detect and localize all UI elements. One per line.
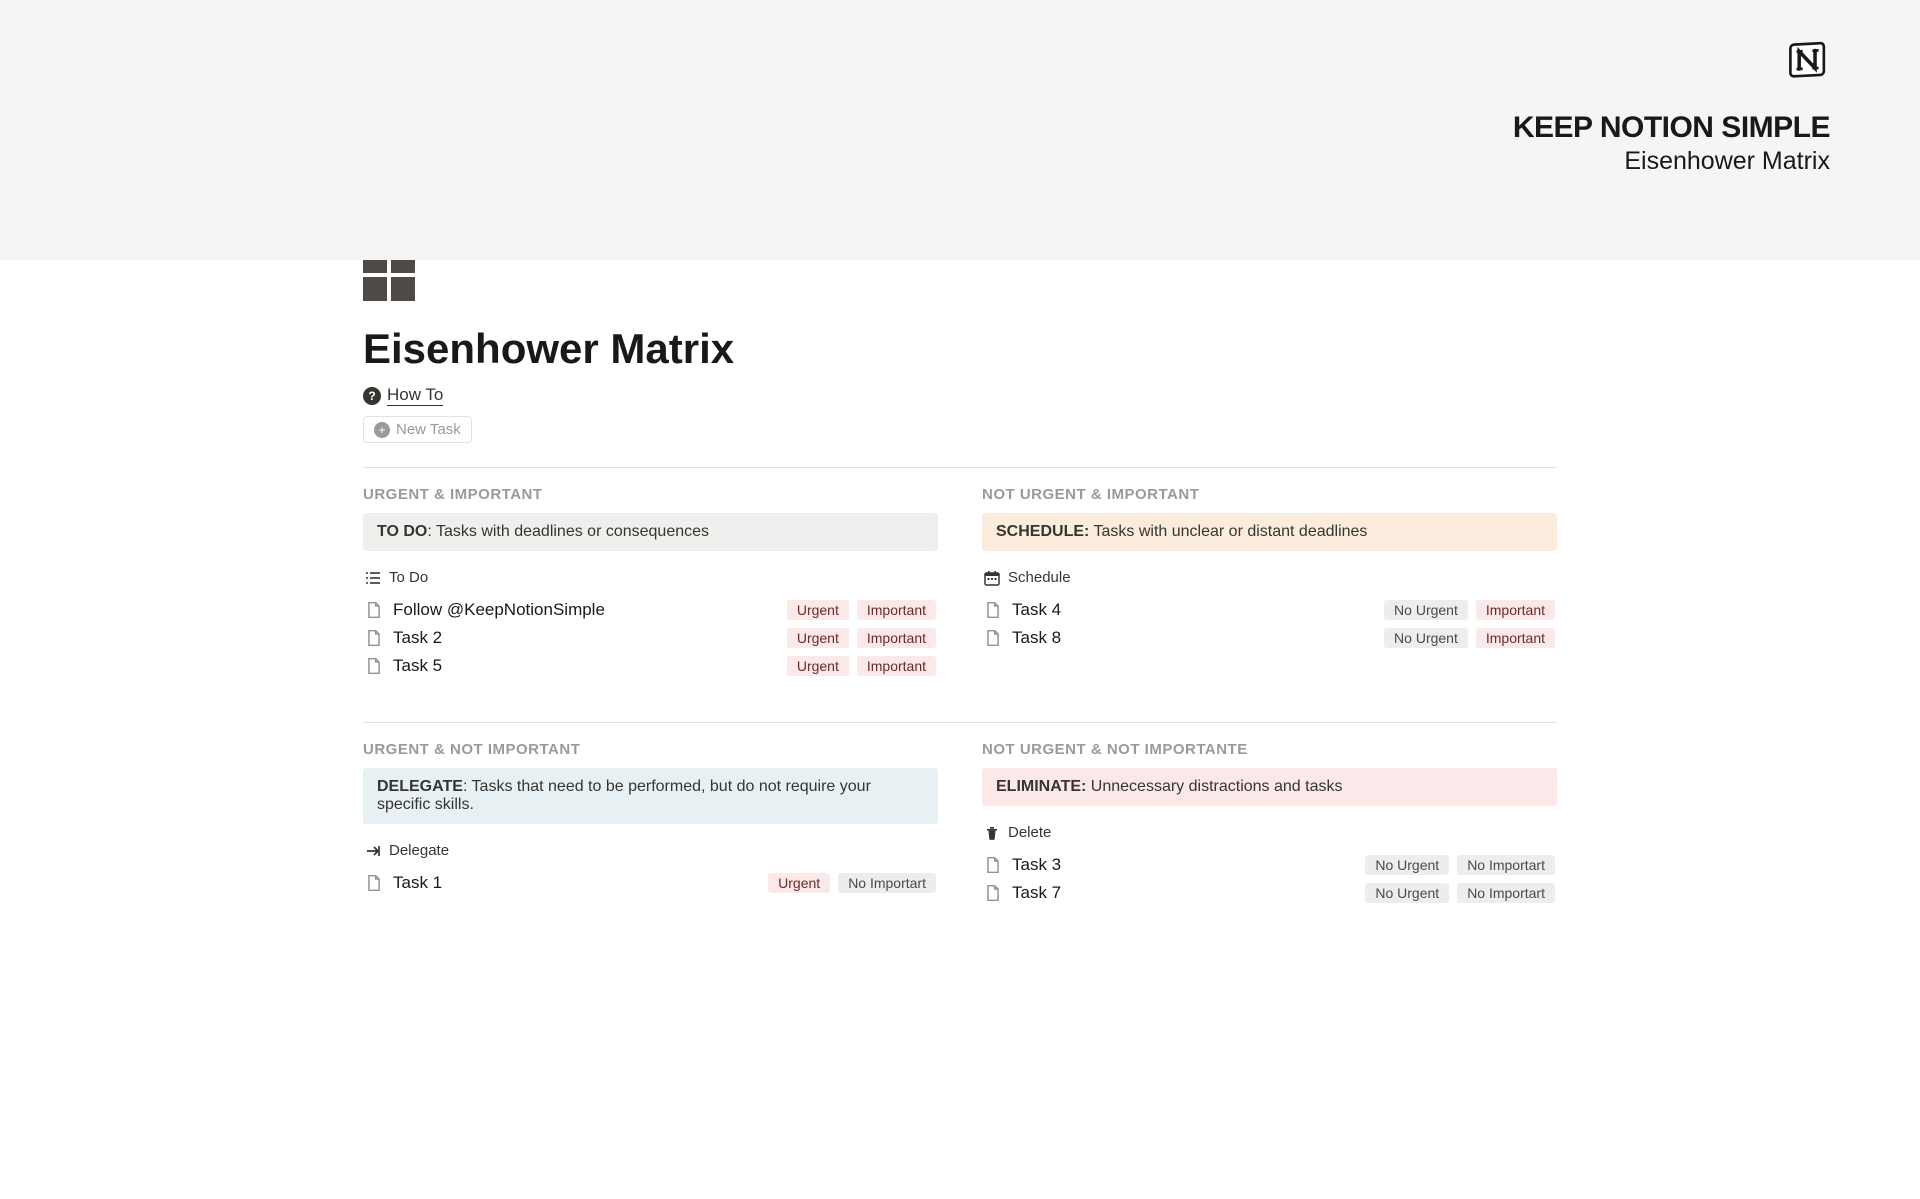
tag-important: Important [1476,600,1555,620]
view-label-text: Schedule [1008,569,1071,586]
page-icon [984,856,1002,874]
task-title: Task 5 [393,656,777,676]
page-icon [984,629,1002,647]
task-title: Task 2 [393,628,777,648]
task-tags: No Urgent No Importart [1365,883,1555,903]
tag-no_important: No Importart [1457,855,1555,875]
callout-eliminate: ELIMINATE: Unnecessary distractions and … [982,768,1557,806]
tag-important: Important [857,600,936,620]
page-icon [365,874,383,892]
quadrant-urgent-important: URGENT & IMPORTANT TO DO: Tasks with dea… [363,486,938,680]
view-label-text: To Do [389,569,428,586]
tag-important: Important [857,656,936,676]
new-task-label: New Task [396,421,461,438]
view-label-text: Delegate [389,842,449,859]
tag-no_urgent: No Urgent [1365,883,1449,903]
page-icon [365,629,383,647]
plus-circle-icon: + [374,422,390,438]
quadrant-heading: URGENT & NOT IMPORTANT [363,741,938,758]
how-to-link[interactable]: ? How To [363,385,443,406]
tag-no_important: No Importart [1457,883,1555,903]
tag-no_urgent: No Urgent [1384,628,1468,648]
notion-logo [1786,38,1830,87]
tag-urgent: Urgent [768,873,830,893]
quadrant-heading: NOT URGENT & NOT IMPORTANTE [982,741,1557,758]
page-icon [365,601,383,619]
quadrant-heading: URGENT & IMPORTANT [363,486,938,503]
divider [363,722,1557,723]
callout-todo: TO DO: Tasks with deadlines or consequen… [363,513,938,551]
task-list: Task 1 Urgent No Importart [363,869,938,897]
task-title: Task 4 [1012,600,1374,620]
list-icon [365,570,381,586]
task-title: Follow @KeepNotionSimple [393,600,777,620]
how-to-label: How To [387,385,443,406]
task-tags: Urgent No Importart [768,873,936,893]
task-row[interactable]: Task 7 No Urgent No Importart [982,879,1557,907]
new-task-button[interactable]: + New Task [363,416,472,443]
arrow-right-icon [365,843,381,859]
callout-schedule: SCHEDULE: Tasks with unclear or distant … [982,513,1557,551]
task-title: Task 3 [1012,855,1355,875]
question-icon: ? [363,387,381,405]
view-delegate[interactable]: Delegate [363,836,938,869]
divider [363,467,1557,468]
tag-important: Important [857,628,936,648]
page-title: Eisenhower Matrix [363,325,1557,373]
tag-urgent: Urgent [787,628,849,648]
view-todo[interactable]: To Do [363,563,938,596]
page-icon [365,657,383,675]
tag-no_urgent: No Urgent [1384,600,1468,620]
task-row[interactable]: Task 4 No Urgent Important [982,596,1557,624]
cover-area: KEEP NOTION SIMPLE Eisenhower Matrix [0,0,1920,260]
task-row[interactable]: Task 1 Urgent No Importart [363,869,938,897]
task-title: Task 8 [1012,628,1374,648]
task-title: Task 7 [1012,883,1355,903]
task-row[interactable]: Task 2 Urgent Important [363,624,938,652]
task-list: Task 3 No Urgent No Importart Task 7 No Urge… [982,851,1557,907]
page-icon [984,884,1002,902]
task-row[interactable]: Follow @KeepNotionSimple Urgent Important [363,596,938,624]
task-row[interactable]: Task 8 No Urgent Important [982,624,1557,652]
tag-important: Important [1476,628,1555,648]
trash-icon [984,825,1000,841]
task-row[interactable]: Task 5 Urgent Important [363,652,938,680]
quadrant-heading: NOT URGENT & IMPORTANT [982,486,1557,503]
tag-urgent: Urgent [787,656,849,676]
matrix-grid-bottom: URGENT & NOT IMPORTANT DELEGATE: Tasks t… [363,741,1557,907]
task-tags: No Urgent No Importart [1365,855,1555,875]
callout-delegate: DELEGATE: Tasks that need to be performe… [363,768,938,824]
task-tags: Urgent Important [787,656,936,676]
cover-subtitle: Eisenhower Matrix [1513,147,1830,176]
task-tags: No Urgent Important [1384,600,1555,620]
view-delete[interactable]: Delete [982,818,1557,851]
task-list: Follow @KeepNotionSimpleUrgentImportantT… [363,596,938,680]
task-tags: No Urgent Important [1384,628,1555,648]
task-tags: Urgent Important [787,600,936,620]
tag-no_urgent: No Urgent [1365,855,1449,875]
quadrant-urgent-notimportant: URGENT & NOT IMPORTANT DELEGATE: Tasks t… [363,741,938,907]
tag-no_important: No Importart [838,873,936,893]
quadrant-noturgent-notimportant: NOT URGENT & NOT IMPORTANTE ELIMINATE: U… [982,741,1557,907]
view-schedule[interactable]: Schedule [982,563,1557,596]
tag-urgent: Urgent [787,600,849,620]
cover-title: KEEP NOTION SIMPLE [1513,111,1830,145]
task-list: Task 4 No Urgent Important Task 8 No Urgent I… [982,596,1557,652]
calendar-icon [984,570,1000,586]
task-title: Task 1 [393,873,758,893]
task-row[interactable]: Task 3 No Urgent No Importart [982,851,1557,879]
view-label-text: Delete [1008,824,1051,841]
task-tags: Urgent Important [787,628,936,648]
quadrant-noturgent-important: NOT URGENT & IMPORTANT SCHEDULE: Tasks w… [982,486,1557,680]
page-icon [984,601,1002,619]
matrix-grid: URGENT & IMPORTANT TO DO: Tasks with dea… [363,486,1557,714]
